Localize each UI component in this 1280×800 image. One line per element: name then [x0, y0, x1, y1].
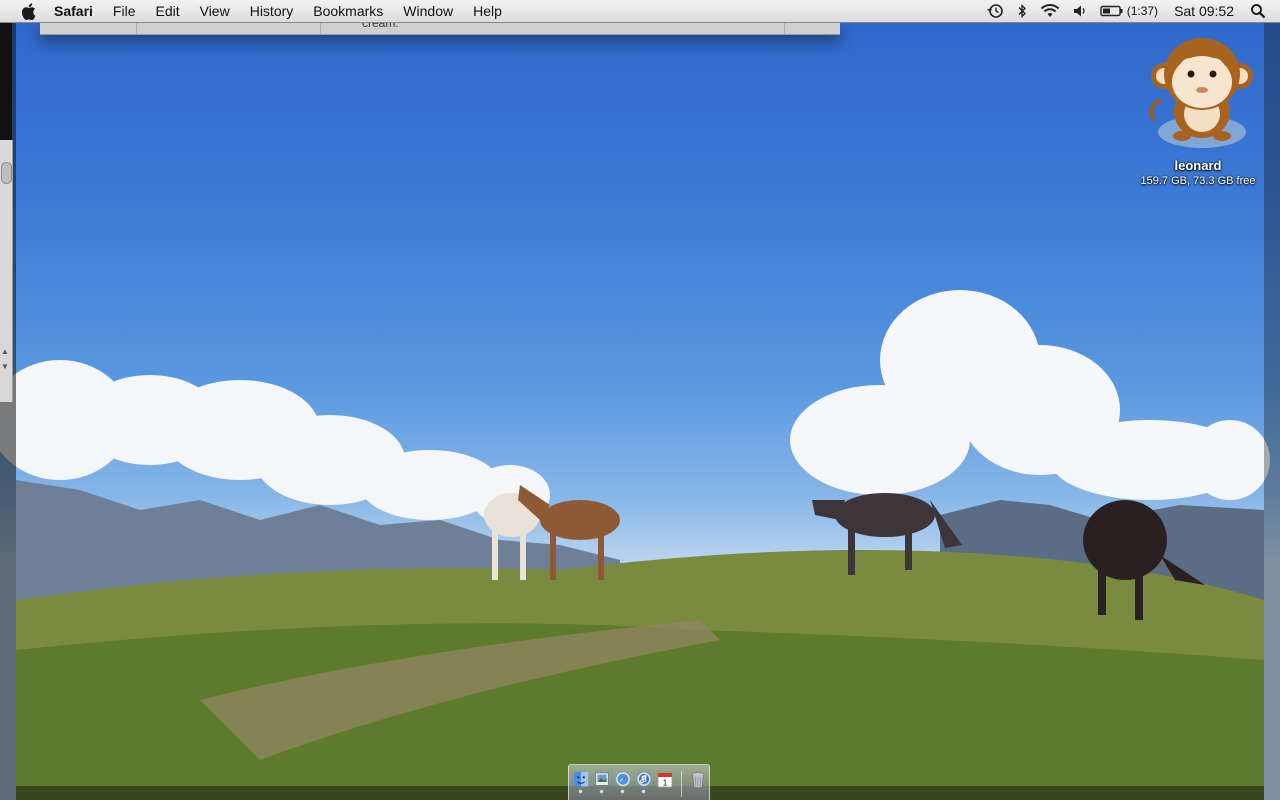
window-divider	[784, 22, 785, 34]
desktop-edge-right	[1264, 22, 1280, 800]
desktop	[0, 0, 1280, 800]
dock-item-preview[interactable]	[593, 771, 611, 793]
dock-separator	[680, 771, 682, 797]
preview-icon	[594, 772, 609, 786]
disk-name: leonard	[1174, 158, 1222, 173]
apple-menu[interactable]	[18, 2, 38, 20]
wifi-icon	[1040, 4, 1059, 17]
menu-bar: Safari File Edit View History Bookmarks …	[0, 0, 1280, 23]
menu-file[interactable]: File	[103, 0, 146, 22]
dock-item-safari[interactable]	[614, 771, 632, 793]
background-window-text: cream.	[362, 22, 399, 30]
volume-icon	[1073, 5, 1085, 17]
menu-view[interactable]: View	[190, 0, 240, 22]
menu-history[interactable]: History	[240, 0, 304, 22]
battery-icon	[1100, 5, 1123, 17]
running-indicator	[579, 790, 582, 793]
running-indicator	[621, 790, 624, 793]
menu-window[interactable]: Window	[393, 0, 463, 22]
volume-menu[interactable]	[1066, 0, 1094, 22]
background-window-edge[interactable]: cream.	[40, 22, 840, 35]
time-machine-icon	[986, 4, 1003, 18]
disk-info: 159.7 GB, 73.3 GB free	[1140, 175, 1256, 187]
bluetooth-icon	[1018, 3, 1026, 19]
dock: 1	[568, 764, 710, 800]
trash-icon	[691, 772, 704, 789]
wifi-menu[interactable]	[1034, 0, 1066, 22]
scrollbar-thumb[interactable]	[1, 162, 12, 184]
menu-app-safari[interactable]: Safari	[54, 0, 103, 22]
menu-edit[interactable]: Edit	[145, 0, 189, 22]
bluetooth-menu[interactable]	[1010, 0, 1034, 22]
running-indicator	[600, 790, 603, 793]
monkey-disk-icon	[1149, 38, 1253, 148]
safari-icon	[614, 771, 631, 787]
clock-menu[interactable]: Sat 09:52	[1164, 0, 1244, 22]
status-area: (1:37) Sat 09:52	[980, 0, 1280, 22]
dock-item-finder[interactable]	[572, 771, 590, 793]
menu-help[interactable]: Help	[463, 0, 512, 22]
time-machine-menu[interactable]	[980, 0, 1010, 22]
finder-icon	[573, 771, 588, 787]
spotlight-icon	[1251, 4, 1266, 19]
dock-item-trash[interactable]	[689, 771, 707, 793]
desktop-disk-leonard[interactable]: leonard 159.7 GB, 73.3 GB free	[1130, 34, 1266, 187]
battery-time: (1:37)	[1126, 4, 1159, 18]
calendar-date: 1	[662, 779, 667, 788]
window-divider	[320, 22, 321, 34]
offscreen-window-content	[0, 22, 12, 140]
menu-bookmarks[interactable]: Bookmarks	[303, 0, 393, 22]
running-indicator	[642, 790, 645, 793]
apple-icon	[21, 2, 35, 20]
wallpaper-horses	[0, 290, 1270, 800]
itunes-icon	[635, 771, 652, 787]
dock-item-itunes[interactable]	[635, 771, 653, 793]
offscreen-window-scrollbar[interactable]: ▲ ▼	[0, 22, 13, 402]
calendar-icon: 1	[657, 772, 672, 788]
dock-item-ical[interactable]: 1	[656, 771, 674, 793]
spotlight-menu[interactable]	[1244, 0, 1280, 22]
window-divider	[136, 22, 137, 34]
battery-menu[interactable]: (1:37)	[1094, 0, 1164, 22]
scroll-up-arrow-icon[interactable]: ▲	[1, 347, 9, 356]
scroll-down-arrow-icon[interactable]: ▼	[1, 362, 9, 371]
